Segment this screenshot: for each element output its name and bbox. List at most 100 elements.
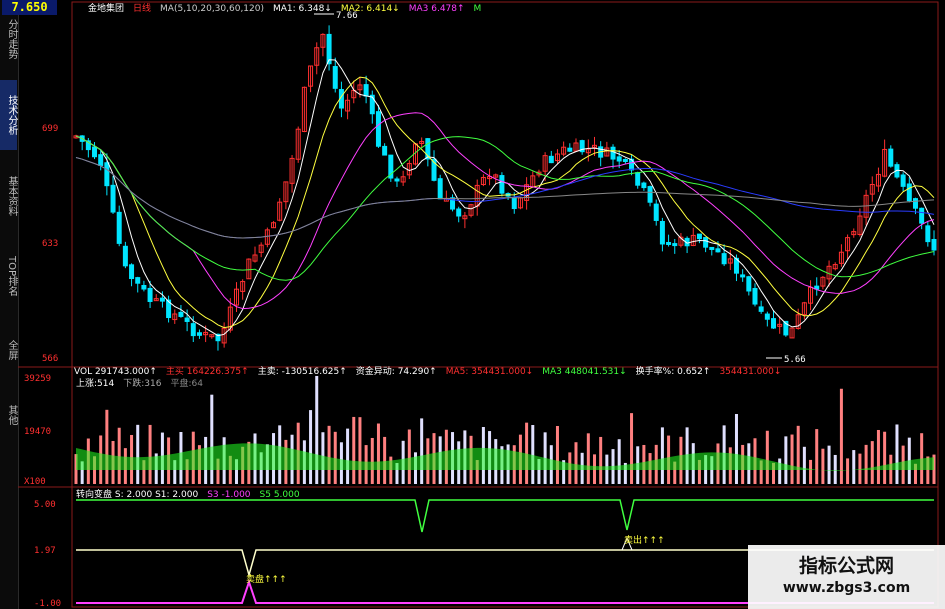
volume-bar [210, 394, 214, 484]
candle-body [363, 84, 369, 97]
candle-body [703, 237, 709, 248]
candle-body [499, 175, 505, 194]
volume-bar [852, 450, 856, 484]
volume-bar [358, 417, 362, 484]
candle-body [696, 233, 702, 240]
candle-body [919, 207, 925, 224]
moving-average-lines [75, 59, 935, 337]
candle-body [196, 332, 202, 336]
volume-bar [784, 436, 788, 484]
stock-chart[interactable]: 金地集团 日线 MA(5,10,20,30,60,120) MA1: 6.348↓ MA… [0, 0, 945, 609]
vol-legend-0: VOL 291743.000↑ [74, 367, 157, 377]
candle-body [511, 197, 517, 210]
candle-body [159, 297, 165, 302]
volume-bar [136, 424, 140, 484]
volume-bar [876, 429, 880, 484]
volume-bar [802, 446, 806, 484]
candle-body [653, 203, 659, 221]
ind-signal-a: 卖出↑↑↑ [624, 534, 665, 546]
ma-line-30 [75, 135, 935, 281]
main-legend-1: 日线 [133, 2, 151, 14]
volume-bar [327, 425, 331, 484]
volume-bar [599, 436, 603, 484]
volume-bar [574, 442, 578, 484]
candle-body [394, 178, 400, 182]
volume-bar [827, 445, 831, 484]
vol-ytick: X100 [24, 477, 46, 487]
candle-body [764, 313, 770, 320]
candle-body [672, 243, 678, 247]
candle-body [456, 208, 462, 217]
main-legend-0: 金地集团 [88, 2, 124, 14]
candle-body [375, 111, 381, 147]
main-ytick: 699 [42, 124, 58, 134]
volume-bar [734, 414, 738, 484]
candle-body [141, 285, 147, 290]
panel-frames [18, 1, 939, 608]
candle-body [382, 145, 388, 156]
ind-ytick: 5.00 [34, 500, 56, 510]
candle-body [110, 184, 116, 213]
volume-bar [883, 431, 887, 484]
candle-body [610, 146, 616, 160]
candle-body [740, 274, 746, 278]
vol-legend-4: MA5: 354431.000↓ [446, 367, 533, 377]
volume-bar [346, 428, 350, 484]
candle-body [721, 253, 727, 265]
volume-bar [333, 431, 337, 484]
low-price-label: 5.66 [784, 355, 806, 365]
candle-body [888, 148, 894, 167]
volume-bar [309, 410, 313, 484]
ind-line-s5 [76, 499, 934, 533]
candle-body [135, 277, 141, 284]
candle-body [184, 317, 190, 322]
volume-bar [846, 458, 850, 484]
main-legend-5: MA3 6.478↑ [409, 4, 465, 14]
ind-legend-1: S3 -1.000 [207, 490, 251, 500]
candle-body [709, 246, 715, 250]
volume-bar [630, 413, 634, 484]
volume-bar [617, 439, 621, 484]
volume-bar [148, 424, 152, 484]
high-price-label: 7.66 [336, 11, 358, 21]
candle-body [622, 158, 628, 162]
vol-legend-7: 354431.000↓ [719, 367, 781, 377]
candle-body [771, 318, 777, 329]
volume-bar [815, 429, 819, 484]
vol-sub-2: 平盘:64 [170, 377, 203, 389]
volume-bar [531, 425, 535, 484]
volume-bar [790, 434, 794, 484]
candle-body [659, 220, 665, 245]
candle-body [369, 94, 375, 115]
vol-ytick: 39259 [24, 374, 51, 384]
watermark-title: 指标公式网 [798, 555, 894, 577]
ind-legend-0: 转向变盘 S: 2.000 S1: 2.000 [76, 488, 198, 500]
candle-body [925, 225, 931, 243]
volume-bar [586, 433, 590, 484]
ind-signal-b: 卖盘↑↑↑ [246, 573, 287, 585]
vol-legend-2: 主卖: -130516.625↑ [258, 365, 347, 377]
main-legend-6: M [474, 4, 482, 14]
volume-bar [352, 416, 356, 484]
candle-body [122, 245, 128, 267]
ind-legend-2: S5 5.000 [260, 490, 300, 500]
volume-bar [833, 454, 837, 484]
candle-body [715, 248, 721, 253]
volume-bar [858, 453, 862, 484]
candle-body [635, 172, 641, 186]
volume-bar [105, 409, 109, 484]
candle-body [666, 241, 672, 245]
candle-body [746, 276, 752, 292]
volume-bar [660, 427, 664, 484]
candle-body [147, 287, 153, 302]
candle-body [752, 288, 758, 305]
candle-body [931, 238, 937, 251]
candle-body [98, 154, 104, 166]
candle-body [332, 66, 338, 89]
candle-body [912, 198, 918, 209]
main-ytick: 566 [42, 354, 58, 364]
candle-body [190, 323, 196, 337]
volume-bar [420, 418, 424, 484]
candle-body [437, 178, 443, 200]
vol-sub-0: 上涨:514 [76, 378, 114, 389]
